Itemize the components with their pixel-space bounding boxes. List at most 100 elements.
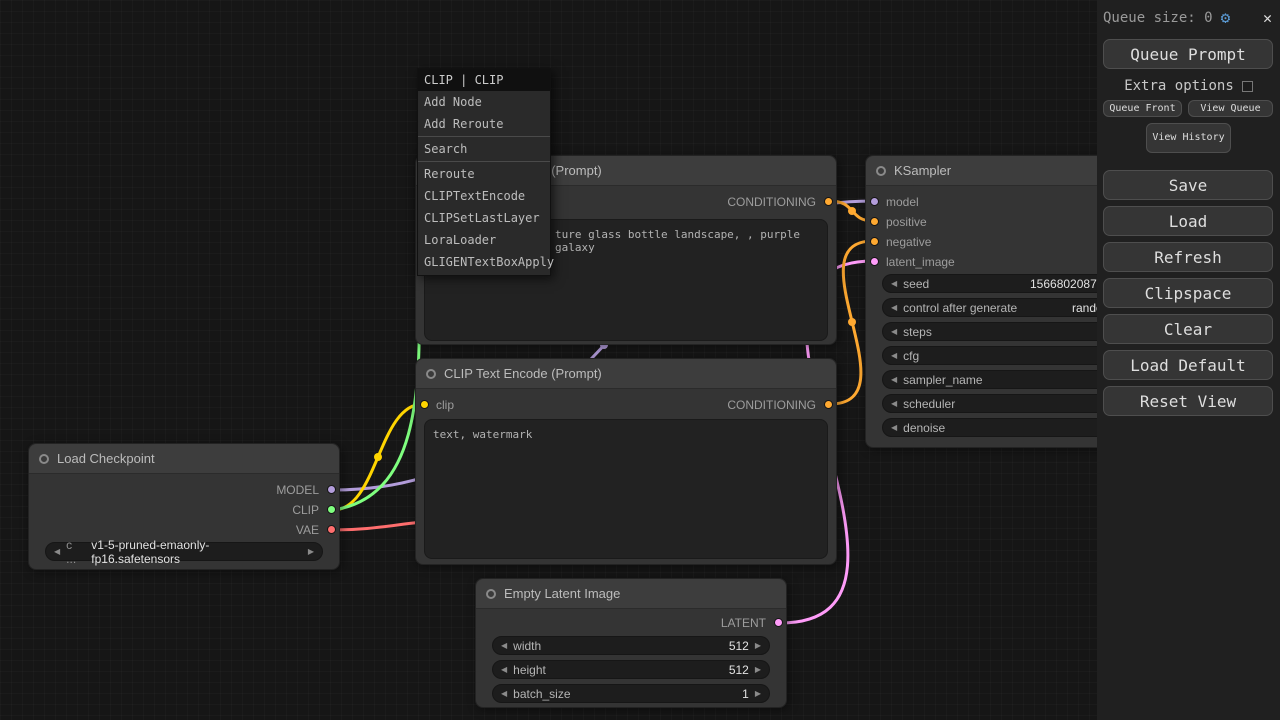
reset-view-button[interactable]: Reset View bbox=[1103, 386, 1273, 416]
menu-item-clipsetlastlayer[interactable]: CLIPSetLastLayer bbox=[418, 207, 550, 229]
conditioning-slot-dot[interactable] bbox=[824, 197, 833, 206]
node-title-bar[interactable]: Empty Latent Image bbox=[476, 579, 786, 609]
node-title-bar[interactable]: Load Checkpoint bbox=[29, 444, 339, 474]
cfg-widget[interactable]: ◀ cfg bbox=[882, 346, 1128, 365]
input-slot-positive[interactable]: positive bbox=[866, 214, 927, 230]
model-slot-dot[interactable] bbox=[327, 485, 336, 494]
next-value-icon[interactable]: ▶ bbox=[755, 666, 761, 674]
queue-front-button[interactable]: Queue Front bbox=[1103, 100, 1182, 117]
output-slot-latent[interactable]: LATENT bbox=[721, 615, 786, 631]
node-title-bar[interactable]: CLIP Text Encode (Prompt) bbox=[416, 359, 836, 389]
slot-label: CLIP bbox=[292, 503, 319, 517]
close-icon[interactable]: ✕ bbox=[1263, 9, 1272, 27]
node-collapse-dot[interactable] bbox=[876, 166, 886, 176]
load-button[interactable]: Load bbox=[1103, 206, 1273, 236]
node-collapse-dot[interactable] bbox=[486, 589, 496, 599]
latent-slot-dot[interactable] bbox=[774, 618, 783, 627]
widget-label: control after generate bbox=[903, 301, 1017, 315]
slot-label: model bbox=[886, 195, 919, 209]
prev-value-icon[interactable]: ◀ bbox=[891, 328, 897, 336]
node-collapse-dot[interactable] bbox=[426, 369, 436, 379]
prev-value-icon[interactable]: ◀ bbox=[891, 424, 897, 432]
output-slot-conditioning[interactable]: CONDITIONING bbox=[727, 194, 836, 210]
menu-item-search[interactable]: Search bbox=[418, 138, 550, 160]
slot-label: negative bbox=[886, 235, 931, 249]
widget-value: v1-5-pruned-emaonly-fp16.safetensors bbox=[91, 538, 296, 566]
prev-value-icon[interactable]: ◀ bbox=[891, 304, 897, 312]
prompt-text-area[interactable]: text, watermark bbox=[424, 419, 828, 559]
extra-options-checkbox[interactable] bbox=[1242, 81, 1253, 92]
control-after-generate-widget[interactable]: ◀ control after generate randomize bbox=[882, 298, 1128, 317]
output-slot-vae[interactable]: VAE bbox=[296, 522, 339, 538]
node-empty-latent-image[interactable]: Empty Latent Image LATENT ◀ width 512 ▶ … bbox=[475, 578, 787, 708]
menu-item-gligentextboxapply[interactable]: GLIGENTextBoxApply bbox=[418, 251, 550, 273]
view-history-button[interactable]: View History bbox=[1146, 123, 1231, 153]
conditioning-slot-dot[interactable] bbox=[824, 400, 833, 409]
node-load-checkpoint[interactable]: Load Checkpoint MODEL CLIP VAE ◀ c ... v… bbox=[28, 443, 340, 570]
seed-widget[interactable]: ◀ seed 1566802087 bbox=[882, 274, 1128, 293]
height-widget[interactable]: ◀ height 512 ▶ bbox=[492, 660, 770, 679]
slot-label: clip bbox=[436, 398, 454, 412]
slot-label: MODEL bbox=[276, 483, 319, 497]
node-title: KSampler bbox=[894, 163, 951, 178]
prev-value-icon[interactable]: ◀ bbox=[501, 666, 507, 674]
clipspace-button[interactable]: Clipspace bbox=[1103, 278, 1273, 308]
batch-size-widget[interactable]: ◀ batch_size 1 ▶ bbox=[492, 684, 770, 703]
scheduler-widget[interactable]: ◀ scheduler bbox=[882, 394, 1128, 413]
menu-item-reroute[interactable]: Reroute bbox=[418, 163, 550, 185]
positive-input-dot[interactable] bbox=[870, 217, 879, 226]
prev-value-icon[interactable]: ◀ bbox=[501, 690, 507, 698]
next-value-icon[interactable]: ▶ bbox=[755, 690, 761, 698]
node-title: Empty Latent Image bbox=[504, 586, 620, 601]
clear-button[interactable]: Clear bbox=[1103, 314, 1273, 344]
input-slot-clip[interactable]: clip bbox=[416, 397, 454, 413]
menu-item-add-node[interactable]: Add Node bbox=[418, 91, 550, 113]
node-title: Load Checkpoint bbox=[57, 451, 155, 466]
prev-value-icon[interactable]: ◀ bbox=[891, 352, 897, 360]
menu-item-add-reroute[interactable]: Add Reroute bbox=[418, 113, 550, 135]
view-queue-button[interactable]: View Queue bbox=[1188, 100, 1273, 117]
input-slot-model[interactable]: model bbox=[866, 194, 919, 210]
node-graph-canvas[interactable]: Load Checkpoint MODEL CLIP VAE ◀ c ... v… bbox=[0, 0, 1280, 720]
widget-value: 512 bbox=[729, 639, 749, 653]
clip-slot-dot[interactable] bbox=[327, 505, 336, 514]
prev-value-icon[interactable]: ◀ bbox=[891, 376, 897, 384]
sampler-name-widget[interactable]: ◀ sampler_name bbox=[882, 370, 1128, 389]
input-slot-negative[interactable]: negative bbox=[866, 234, 931, 250]
menu-separator bbox=[418, 161, 550, 162]
output-slot-clip[interactable]: CLIP bbox=[292, 502, 339, 518]
menu-item-loraloader[interactable]: LoraLoader bbox=[418, 229, 550, 251]
settings-gear-icon[interactable]: ⚙ bbox=[1221, 8, 1231, 27]
prev-value-icon[interactable]: ◀ bbox=[501, 642, 507, 650]
model-input-dot[interactable] bbox=[870, 197, 879, 206]
queue-prompt-button[interactable]: Queue Prompt bbox=[1103, 39, 1273, 69]
next-value-icon[interactable]: ▶ bbox=[755, 642, 761, 650]
vae-slot-dot[interactable] bbox=[327, 525, 336, 534]
wire-dragging-clip bbox=[333, 268, 420, 510]
width-widget[interactable]: ◀ width 512 ▶ bbox=[492, 636, 770, 655]
prev-value-icon[interactable]: ◀ bbox=[891, 400, 897, 408]
node-clip-text-encode-negative[interactable]: CLIP Text Encode (Prompt) clip CONDITION… bbox=[415, 358, 837, 565]
widget-value: 512 bbox=[729, 663, 749, 677]
save-button[interactable]: Save bbox=[1103, 170, 1273, 200]
latent-input-dot[interactable] bbox=[870, 257, 879, 266]
comfy-menu-panel: Queue size: 0 ⚙ ✕ Queue Prompt Extra opt… bbox=[1097, 0, 1280, 720]
denoise-widget[interactable]: ◀ denoise bbox=[882, 418, 1128, 437]
widget-value: 1566802087 bbox=[1030, 277, 1097, 291]
output-slot-conditioning[interactable]: CONDITIONING bbox=[727, 397, 836, 413]
refresh-button[interactable]: Refresh bbox=[1103, 242, 1273, 272]
link-dot-positive bbox=[848, 207, 856, 215]
input-slot-latent-image[interactable]: latent_image bbox=[866, 254, 955, 270]
steps-widget[interactable]: ◀ steps bbox=[882, 322, 1128, 341]
negative-input-dot[interactable] bbox=[870, 237, 879, 246]
clip-input-dot[interactable] bbox=[420, 400, 429, 409]
node-collapse-dot[interactable] bbox=[39, 454, 49, 464]
ckpt-name-combo-widget[interactable]: ◀ c ... v1-5-pruned-emaonly-fp16.safeten… bbox=[45, 542, 323, 561]
next-value-icon[interactable]: ▶ bbox=[308, 548, 314, 556]
load-default-button[interactable]: Load Default bbox=[1103, 350, 1273, 380]
output-slot-model[interactable]: MODEL bbox=[276, 482, 339, 498]
prev-value-icon[interactable]: ◀ bbox=[54, 548, 60, 556]
menu-item-cliptextencode[interactable]: CLIPTextEncode bbox=[418, 185, 550, 207]
prev-value-icon[interactable]: ◀ bbox=[891, 280, 897, 288]
slot-label: CONDITIONING bbox=[727, 195, 816, 209]
